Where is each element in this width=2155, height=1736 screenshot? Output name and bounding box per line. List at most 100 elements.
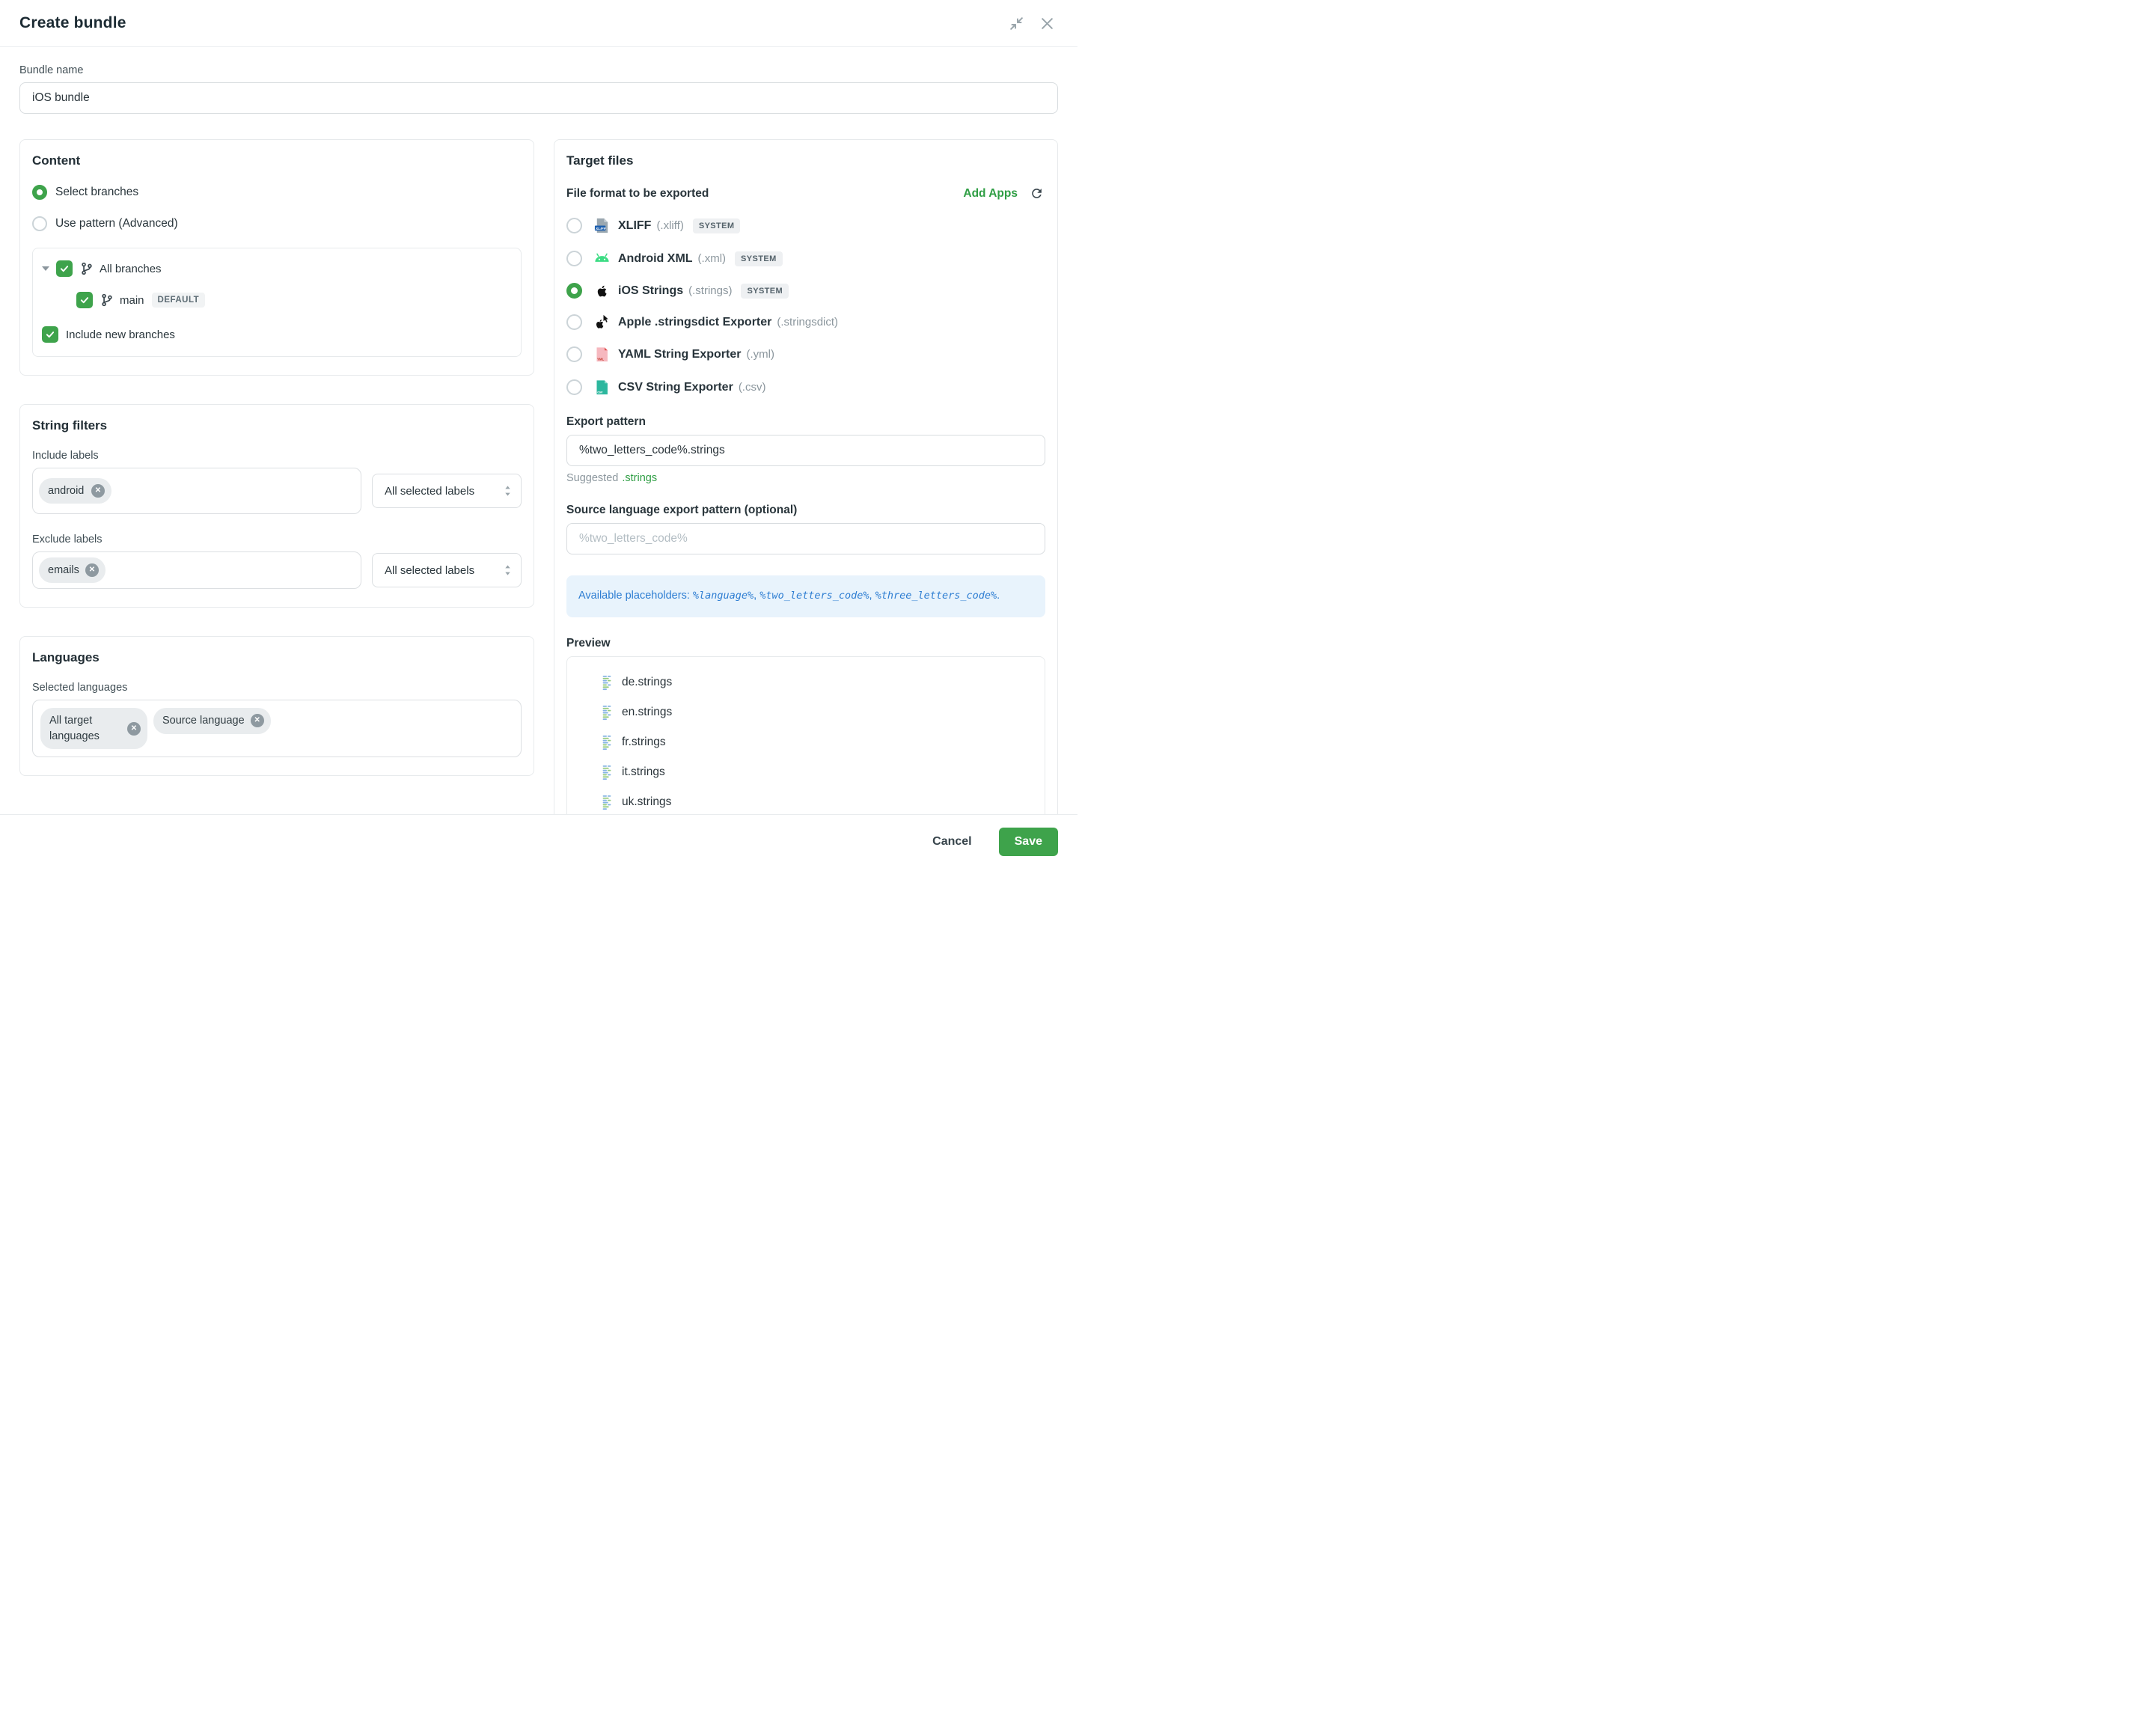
exclude-labels-field[interactable]: emails ✕ [32,551,361,589]
radio-select-branches[interactable]: Select branches [32,185,522,200]
format-radio-yaml[interactable] [566,346,582,362]
target-files-heading: Target files [566,153,1045,168]
apple-icon [593,284,611,299]
suggested-strings-link[interactable]: .strings [622,472,657,484]
tree-row-all-branches: All branches [42,260,512,277]
language-chip-source: Source language ✕ [153,708,271,733]
preview-box: de.strings en.strings fr.strings it [566,656,1045,830]
preview-file-row: en.strings [567,697,1045,727]
caret-down-icon[interactable] [42,266,49,271]
format-option-ios-strings[interactable]: iOS Strings (.strings) SYSTEM [566,283,1045,299]
content-section: Content Select branches Use pattern (Adv… [19,139,534,376]
radio-select-branches-control[interactable] [32,185,47,200]
format-radio-ios-strings[interactable] [566,283,582,299]
format-option-xliff[interactable]: XLIFF XLIFF (.xliff) SYSTEM [566,217,1045,234]
target-files-section: Target files File format to be exported … [554,139,1058,847]
exclude-labels-mode-dropdown[interactable]: All selected labels [372,553,522,587]
cancel-button[interactable]: Cancel [928,834,976,849]
refresh-button[interactable] [1028,185,1045,202]
remove-chip-icon[interactable]: ✕ [85,563,99,577]
format-option-stringsdict[interactable]: Apple .stringsdict Exporter (.stringsdic… [566,314,1045,330]
placeholders-info-box: Available placeholders: %language%, %two… [566,575,1045,617]
all-branches-label: All branches [100,263,162,275]
main-branch-label: main [120,294,144,307]
dialog-header: Create bundle [0,0,1078,47]
default-badge: DEFAULT [152,293,206,308]
include-labels-field[interactable]: android ✕ [32,468,361,514]
save-button[interactable]: Save [999,828,1058,856]
branches-tree: All branches main DEFAULT [32,248,522,357]
remove-chip-icon[interactable]: ✕ [251,714,264,727]
format-radio-csv[interactable] [566,379,582,395]
format-radio-xliff[interactable] [566,218,582,233]
include-new-branches-label: Include new branches [66,328,175,341]
branch-icon [80,262,94,275]
string-filters-section: String filters Include labels android ✕ … [19,404,534,608]
check-icon [79,295,90,305]
preview-file-row: it.strings [567,757,1045,787]
xliff-file-icon: XLIFF [593,217,611,234]
tree-row-main: main DEFAULT [76,292,512,308]
csv-file-icon: csv [593,379,611,396]
add-apps-link[interactable]: Add Apps [963,187,1018,201]
selected-languages-field[interactable]: All target languages ✕ Source language ✕ [32,700,522,757]
close-icon [1039,16,1055,31]
svg-text:csv: csv [597,390,603,394]
export-pattern-input[interactable] [566,435,1045,466]
string-filters-heading: String filters [32,418,522,433]
label-chip-android: android ✕ [39,478,111,504]
label-chip-emails: emails ✕ [39,557,106,583]
radio-use-pattern-control[interactable] [32,216,47,231]
bundle-name-label: Bundle name [19,64,1058,76]
strings-file-icon [600,734,614,751]
dialog-footer: Cancel Save [0,814,1078,868]
format-option-yaml[interactable]: YML YAML String Exporter (.yml) [566,346,1045,363]
include-labels-mode-dropdown[interactable]: All selected labels [372,474,522,508]
export-pattern-label: Export pattern [566,415,1045,429]
preview-label: Preview [566,637,1045,650]
remove-chip-icon[interactable]: ✕ [127,722,141,736]
radio-use-pattern[interactable]: Use pattern (Advanced) [32,216,522,231]
page-title: Create bundle [19,14,997,32]
languages-section: Languages Selected languages All target … [19,636,534,776]
format-radio-android-xml[interactable] [566,251,582,266]
format-option-csv[interactable]: csv CSV String Exporter (.csv) [566,379,1045,396]
bundle-name-input[interactable] [19,82,1058,114]
system-badge: SYSTEM [735,251,783,266]
collapse-icon [1009,16,1024,31]
sort-arrows-icon [504,485,512,497]
strings-file-icon [600,794,614,810]
source-pattern-label: Source language export pattern (optional… [566,504,1045,517]
strings-file-icon [600,764,614,780]
svg-text:YML: YML [597,357,605,361]
sort-arrows-icon [504,564,512,576]
dialog-body: Bundle name Content Select branches Use … [0,64,1078,847]
selected-languages-label: Selected languages [32,682,522,694]
format-radio-stringsdict[interactable] [566,314,582,330]
preview-file-row: fr.strings [567,727,1045,757]
check-icon [59,263,70,274]
refresh-icon [1030,186,1044,201]
file-format-label: File format to be exported [566,187,963,201]
preview-file-row: uk.strings [567,787,1045,817]
main-branch-checkbox[interactable] [76,292,93,308]
apple-cursor-icon [593,314,611,330]
android-icon [593,250,611,267]
all-branches-checkbox[interactable] [56,260,73,277]
collapse-button[interactable] [1006,13,1027,34]
close-button[interactable] [1036,13,1058,34]
language-chip-all-target: All target languages ✕ [40,708,147,749]
include-new-branches-checkbox[interactable] [42,326,58,343]
yaml-file-icon: YML [593,346,611,363]
languages-heading: Languages [32,650,522,665]
suggested-line: Suggested .strings [566,472,1045,484]
source-pattern-input[interactable] [566,523,1045,554]
strings-file-icon [600,704,614,721]
svg-text:XLIFF: XLIFF [594,227,606,231]
include-labels-label: Include labels [32,450,522,462]
branch-icon [100,293,114,307]
preview-file-row: de.strings [567,667,1045,697]
format-option-android-xml[interactable]: Android XML (.xml) SYSTEM [566,250,1045,267]
exclude-labels-label: Exclude labels [32,534,522,545]
remove-chip-icon[interactable]: ✕ [91,484,105,498]
